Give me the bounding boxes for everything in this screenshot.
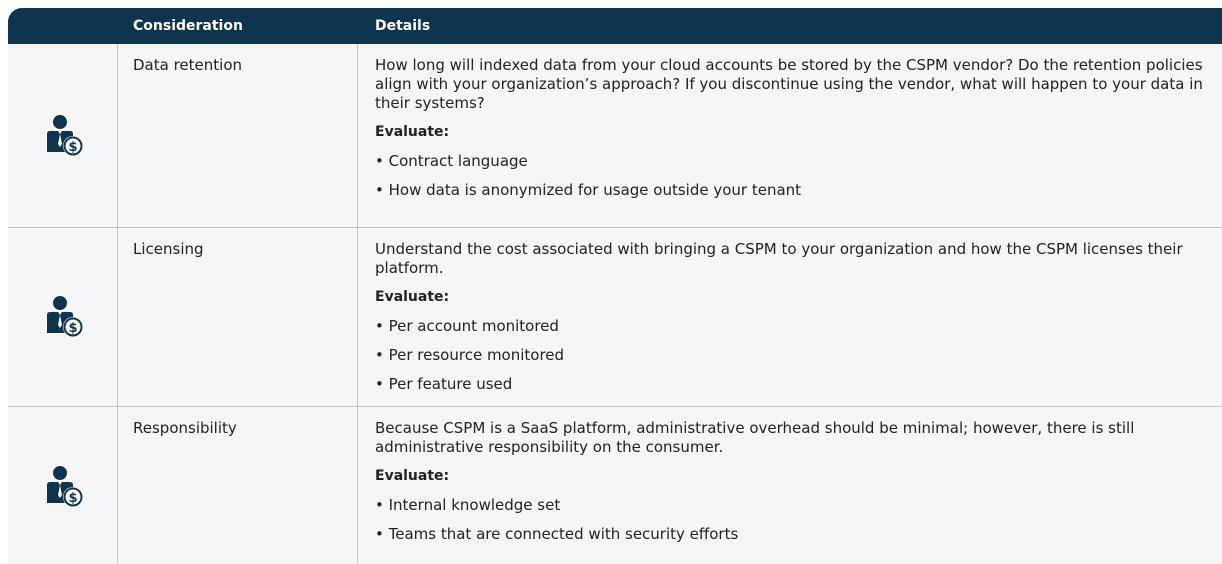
bullet-item: Internal knowledge set (375, 496, 1222, 515)
svg-text:$: $ (68, 491, 77, 506)
person-dollar-icon: $ (46, 296, 83, 337)
description: Understand the cost associated with brin… (375, 240, 1183, 277)
evaluate-label: Evaluate: (375, 468, 450, 484)
table-header: Consideration Details (8, 8, 1222, 44)
description: Because CSPM is a SaaS platform, adminis… (375, 419, 1135, 456)
details-cell: Understand the cost associated with brin… (358, 228, 1222, 406)
evaluate-label: Evaluate: (375, 289, 450, 305)
consideration-cell: Data retention (118, 44, 358, 227)
description: How long will indexed data from your clo… (375, 56, 1203, 112)
icon-cell: $ (8, 407, 118, 564)
consideration-cell: Licensing (118, 228, 358, 406)
bullet-item: How data is anonymized for usage outside… (375, 181, 1222, 200)
bullet-item: Teams that are connected with security e… (375, 525, 1222, 544)
bullet-item: Per resource monitored (375, 346, 1222, 365)
svg-text:$: $ (68, 140, 77, 155)
evaluate-label: Evaluate: (375, 124, 450, 140)
header-consideration: Consideration (133, 18, 243, 34)
person-dollar-icon: $ (46, 114, 83, 156)
bullet-item: Per feature used (375, 375, 1222, 394)
header-details: Details (375, 18, 431, 34)
bullet-item: Per account monitored (375, 317, 1222, 336)
table-row: $ Licensing Understand the cost associat… (8, 228, 1222, 407)
bullet-item: Contract language (375, 152, 1222, 171)
details-cell: How long will indexed data from your clo… (358, 44, 1222, 227)
table-row: $ Data retention How long will indexed d… (8, 44, 1222, 228)
consideration-cell: Responsibility (118, 407, 358, 564)
icon-cell: $ (8, 44, 118, 227)
considerations-table: Consideration Details $ Data retention H… (8, 8, 1222, 564)
person-dollar-icon: $ (46, 465, 83, 507)
table-row: $ Responsibility Because CSPM is a SaaS … (8, 407, 1222, 564)
icon-cell: $ (8, 228, 118, 406)
svg-text:$: $ (68, 321, 77, 336)
details-cell: Because CSPM is a SaaS platform, adminis… (358, 407, 1222, 564)
